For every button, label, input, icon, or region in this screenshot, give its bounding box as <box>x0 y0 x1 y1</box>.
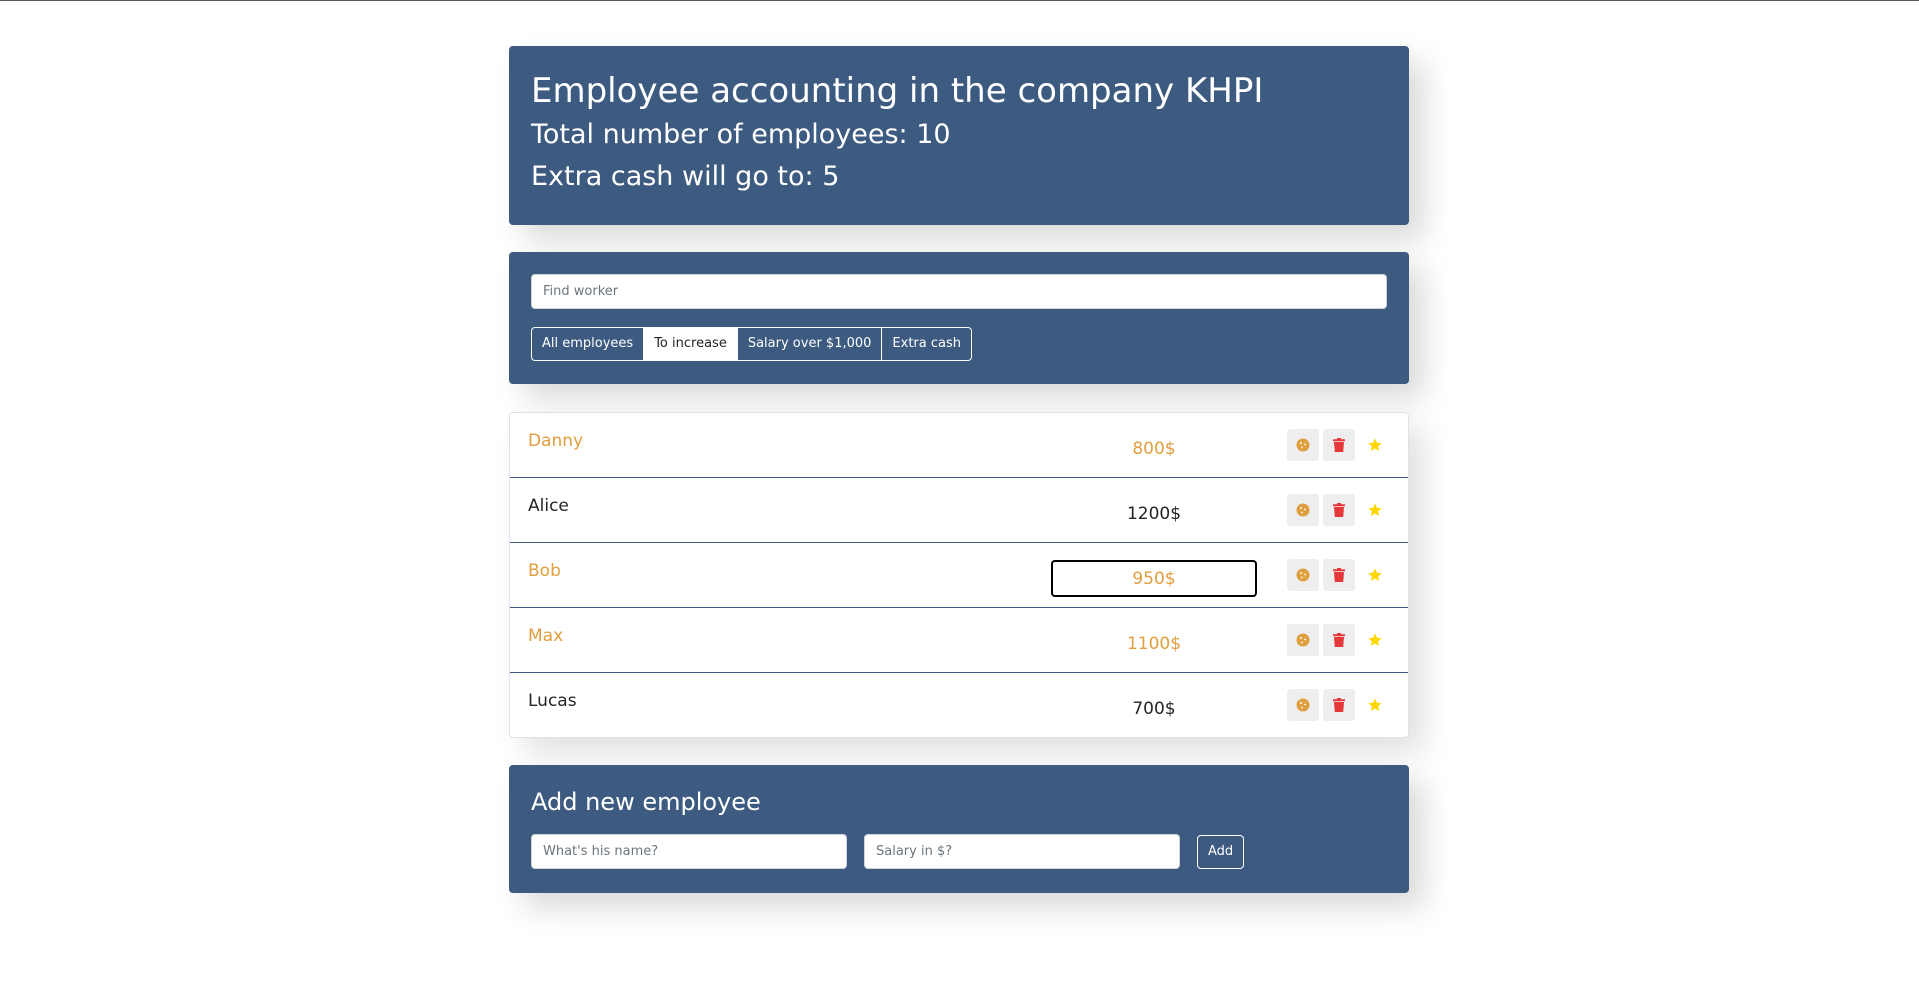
delete-button[interactable] <box>1323 624 1355 656</box>
list-item: Alice <box>510 478 1408 543</box>
list-item: Danny <box>510 413 1408 478</box>
app-info-panel: Employee accounting in the company KHPI … <box>509 46 1409 225</box>
row-actions <box>1287 494 1391 526</box>
window-top-border <box>0 0 1919 1</box>
star-icon[interactable] <box>1359 559 1391 591</box>
trash-icon <box>1333 568 1345 582</box>
page-title: Employee accounting in the company KHPI <box>531 71 1264 111</box>
employee-salary-input[interactable] <box>1051 625 1257 662</box>
list-item: Max <box>510 608 1408 673</box>
cookie-icon <box>1296 503 1310 517</box>
cookie-button[interactable] <box>1287 689 1319 721</box>
delete-button[interactable] <box>1323 689 1355 721</box>
filter-button-group: All employees To increase Salary over $1… <box>531 327 972 361</box>
cookie-button[interactable] <box>1287 429 1319 461</box>
filter-all-button[interactable]: All employees <box>532 328 645 360</box>
employee-name[interactable]: Bob <box>528 559 561 583</box>
employee-name[interactable]: Max <box>528 624 563 648</box>
star-icon[interactable] <box>1359 689 1391 721</box>
delete-button[interactable] <box>1323 429 1355 461</box>
cookie-icon <box>1296 438 1310 452</box>
search-panel: All employees To increase Salary over $1… <box>509 252 1409 384</box>
row-actions <box>1287 624 1391 656</box>
cookie-icon <box>1296 698 1310 712</box>
add-employee-button[interactable]: Add <box>1197 834 1245 869</box>
employee-salary-field[interactable] <box>864 834 1180 869</box>
total-employees-text: Total number of employees: 10 <box>531 119 951 150</box>
add-employee-form: Add <box>531 834 1387 869</box>
employee-salary-input[interactable] <box>1051 690 1257 727</box>
star-icon[interactable] <box>1359 624 1391 656</box>
extra-cash-count-text: Extra cash will go to: 5 <box>531 161 840 192</box>
search-input[interactable] <box>531 274 1387 309</box>
filter-salary-over-1000-button[interactable]: Salary over $1,000 <box>738 328 883 360</box>
app: Employee accounting in the company KHPI … <box>509 46 1409 893</box>
trash-icon <box>1333 698 1345 712</box>
employee-name-field[interactable] <box>531 834 847 869</box>
star-icon[interactable] <box>1359 429 1391 461</box>
trash-icon <box>1333 503 1345 517</box>
list-item: Bob <box>510 543 1408 608</box>
add-employee-panel: Add new employee Add <box>509 765 1409 893</box>
trash-icon <box>1333 633 1345 647</box>
row-actions <box>1287 429 1391 461</box>
employee-salary-input[interactable] <box>1051 560 1257 597</box>
cookie-icon <box>1296 568 1310 582</box>
trash-icon <box>1333 438 1345 452</box>
employee-name[interactable]: Lucas <box>528 689 577 713</box>
delete-button[interactable] <box>1323 559 1355 591</box>
list-item: Lucas <box>510 673 1408 737</box>
employee-list: Danny Alice <box>509 412 1409 738</box>
add-employee-title: Add new employee <box>531 788 761 816</box>
employee-salary-input[interactable] <box>1051 430 1257 467</box>
cookie-button[interactable] <box>1287 494 1319 526</box>
cookie-button[interactable] <box>1287 624 1319 656</box>
employee-salary-input[interactable] <box>1051 495 1257 532</box>
filter-extra-cash-button[interactable]: Extra cash <box>882 328 971 360</box>
filter-increase-button[interactable]: To increase <box>644 328 738 360</box>
employee-name[interactable]: Alice <box>528 494 569 518</box>
row-actions <box>1287 559 1391 591</box>
cookie-button[interactable] <box>1287 559 1319 591</box>
cookie-icon <box>1296 633 1310 647</box>
employee-name[interactable]: Danny <box>528 429 583 453</box>
row-actions <box>1287 689 1391 721</box>
star-icon[interactable] <box>1359 494 1391 526</box>
delete-button[interactable] <box>1323 494 1355 526</box>
